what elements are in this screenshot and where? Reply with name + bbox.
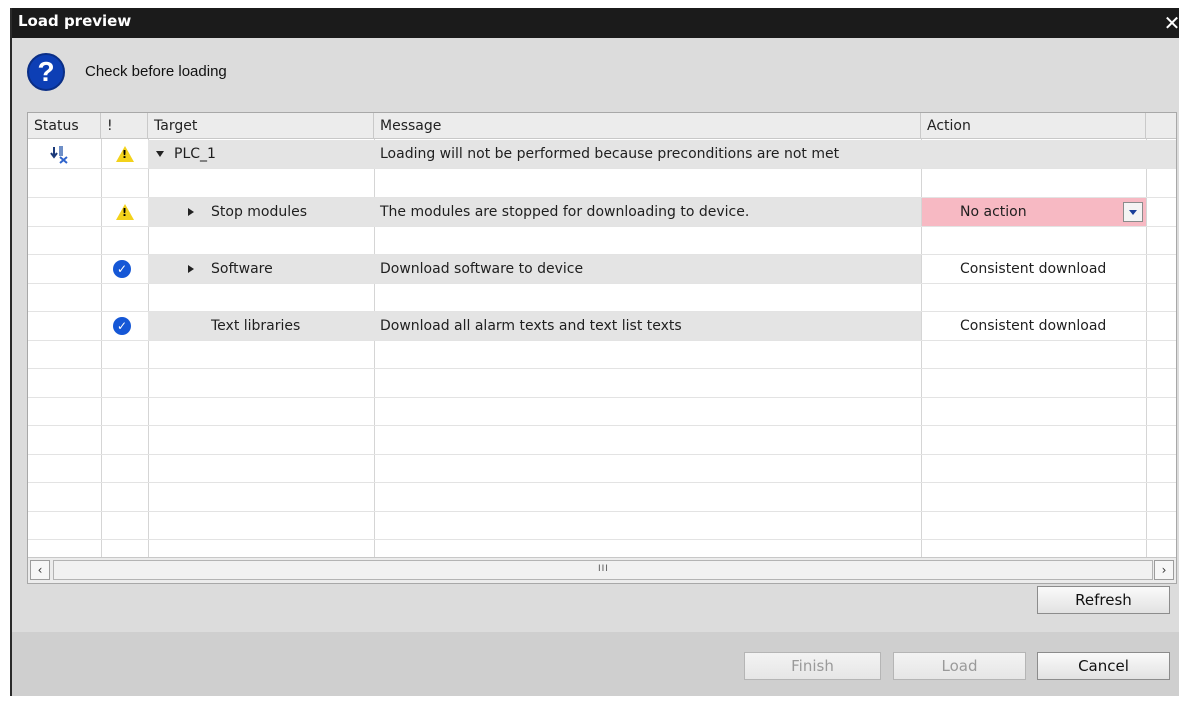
action-dropdown[interactable]: No action (922, 198, 1146, 226)
table-row[interactable]: ! Stop modules The modules are stopped f… (28, 198, 1176, 226)
column-status[interactable]: Status (28, 113, 101, 139)
message-cell: Loading will not be performed because pr… (380, 146, 840, 162)
table-row[interactable]: ✓ Text libraries Download all alarm text… (28, 312, 1176, 340)
expand-icon[interactable] (188, 265, 194, 273)
dropdown-arrow-icon[interactable] (1123, 202, 1143, 222)
horizontal-scrollbar[interactable]: ‹ III › (28, 557, 1176, 583)
scrollbar-thumb[interactable]: III (53, 560, 1153, 580)
load-button[interactable]: Load (893, 652, 1026, 680)
table-header: Status ! Target Message Action (28, 113, 1176, 139)
message-cell: Download software to device (380, 261, 584, 277)
message-cell: Download all alarm texts and text list t… (380, 318, 682, 334)
checkmark-icon: ✓ (113, 260, 131, 278)
target-plc: PLC_1 (174, 146, 216, 162)
target-text-libraries: Text libraries (211, 318, 301, 334)
question-icon: ? (27, 53, 65, 91)
warning-icon: ! (116, 204, 134, 220)
expand-icon[interactable] (188, 208, 194, 216)
table-row[interactable]: ✓ Software Download software to device C… (28, 255, 1176, 283)
scroll-right-icon[interactable]: › (1154, 560, 1174, 580)
load-preview-table: Status ! Target Message Action ! PLC_1 L… (27, 112, 1177, 584)
dialog-title: Load preview (18, 12, 132, 30)
action-value: Consistent download (960, 261, 1107, 277)
close-icon[interactable]: ✕ (1163, 8, 1179, 38)
title-bar: Load preview ✕ (12, 8, 1179, 38)
header-area: ? Check before loading (12, 38, 1179, 110)
header-text: Check before loading (85, 63, 227, 80)
collapse-icon[interactable] (156, 151, 164, 157)
table-row[interactable]: ! PLC_1 Loading will not be performed be… (28, 140, 1176, 168)
checkmark-icon: ✓ (113, 317, 131, 335)
scroll-left-icon[interactable]: ‹ (30, 560, 50, 580)
target-software: Software (211, 261, 273, 277)
target-stop-modules: Stop modules (211, 204, 308, 220)
column-action[interactable]: Action (921, 113, 1146, 139)
action-cell[interactable]: Consistent download (922, 312, 1146, 340)
column-target[interactable]: Target (148, 113, 374, 139)
download-status-icon (50, 140, 80, 168)
button-bar: Finish Load Cancel (12, 632, 1179, 696)
cancel-button[interactable]: Cancel (1037, 652, 1170, 680)
action-value: No action (960, 204, 1027, 220)
action-cell[interactable]: Consistent download (922, 255, 1146, 283)
finish-button[interactable]: Finish (744, 652, 881, 680)
warning-icon: ! (116, 146, 134, 162)
column-warning[interactable]: ! (101, 113, 148, 139)
scrollbar-grip: III (598, 564, 609, 574)
refresh-button[interactable]: Refresh (1037, 586, 1170, 614)
load-preview-dialog: Load preview ✕ ? Check before loading St… (10, 8, 1179, 696)
action-value: Consistent download (960, 318, 1107, 334)
column-message[interactable]: Message (374, 113, 921, 139)
message-cell: The modules are stopped for downloading … (380, 204, 750, 220)
